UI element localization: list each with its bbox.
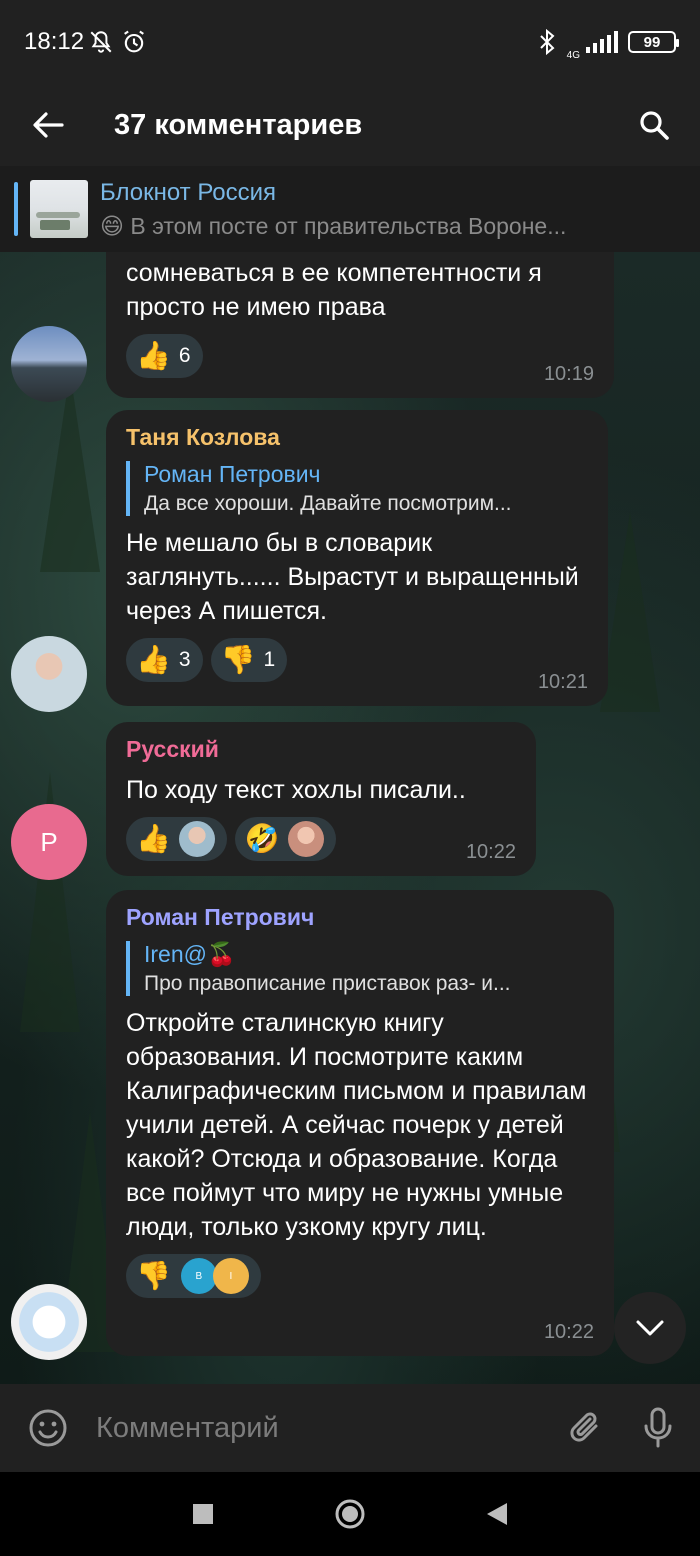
home-icon[interactable] bbox=[334, 1498, 366, 1530]
avatar[interactable]: Р bbox=[11, 804, 87, 880]
reaction-chip[interactable]: 👎 1 bbox=[210, 638, 288, 682]
reactor-avatar bbox=[178, 821, 215, 857]
author-name[interactable]: Роман Петрович bbox=[126, 904, 594, 931]
message-bubble[interactable]: Русский По ходу текст хохлы писали.. 👍 🤣… bbox=[106, 722, 536, 876]
background-tree bbox=[600, 512, 660, 712]
reactor-avatar: B bbox=[180, 1258, 217, 1294]
reactor-avatar: I bbox=[212, 1258, 249, 1294]
message-time: 10:22 bbox=[543, 1321, 594, 1343]
attach-button[interactable] bbox=[556, 1408, 616, 1448]
reactions: 👍 6 bbox=[126, 334, 594, 378]
reactions: 👍 3 👎 1 bbox=[126, 638, 588, 682]
reply-quote[interactable]: Роман Петрович Да все хороши. Давайте по… bbox=[126, 461, 588, 516]
message-text: По ходу текст хохлы писали.. bbox=[126, 776, 466, 804]
thumbs-down-icon: 👎 bbox=[220, 644, 256, 675]
post-preview-text: В этом посте от правительства Вороне... bbox=[130, 212, 567, 239]
message-text: сомневаться в ее компетентности я просто… bbox=[126, 259, 542, 321]
reply-text: Да все хороши. Давайте посмотрим... bbox=[144, 492, 512, 515]
chevron-down-icon bbox=[636, 1320, 664, 1336]
reactor-letter: B bbox=[195, 1270, 203, 1282]
reaction-count: 3 bbox=[178, 648, 191, 671]
avatar[interactable] bbox=[11, 326, 87, 402]
reaction-count: 6 bbox=[178, 344, 191, 367]
reaction-chip[interactable]: 👍 bbox=[126, 817, 227, 861]
avatar[interactable] bbox=[11, 1284, 87, 1360]
avatar-letter: Р bbox=[40, 826, 58, 857]
thumbs-down-icon: 👎 bbox=[136, 1260, 171, 1291]
message-text: Не мешало бы в словарик заглянуть...... … bbox=[126, 529, 579, 625]
pinned-post-banner[interactable]: Блокнот Россия 😄 В этом посте от правите… bbox=[0, 166, 700, 252]
reaction-chip[interactable]: 👍 6 bbox=[126, 334, 203, 378]
arrow-left-icon bbox=[33, 112, 64, 138]
clock: 18:12 bbox=[24, 28, 85, 55]
scroll-down-button[interactable] bbox=[614, 1292, 686, 1364]
recents-icon[interactable] bbox=[192, 1503, 214, 1525]
reaction-chip[interactable]: 👎 B I bbox=[126, 1254, 261, 1298]
reactor-letter: I bbox=[229, 1270, 233, 1282]
chat-area[interactable]: сомневаться в ее компетентности я просто… bbox=[0, 252, 700, 1384]
post-preview: 😄 В этом посте от правительства Вороне..… bbox=[100, 213, 566, 240]
message-bubble[interactable]: Роман Петрович Iren@🍒 Про правописание п… bbox=[106, 890, 614, 1356]
microphone-icon bbox=[644, 1407, 672, 1448]
reply-author: Роман Петрович bbox=[144, 461, 321, 487]
message-bubble[interactable]: Таня Козлова Роман Петрович Да все хорош… bbox=[106, 410, 608, 706]
message-text: Откройте сталинскую книгу образования. И… bbox=[126, 1009, 587, 1241]
reactions: 👍 🤣 bbox=[126, 817, 516, 861]
pinned-accent-bar bbox=[14, 182, 18, 236]
thumbs-up-icon: 👍 bbox=[136, 823, 171, 854]
thumbs-up-icon: 👍 bbox=[136, 644, 171, 675]
smile-icon bbox=[29, 1409, 67, 1447]
message-time: 10:19 bbox=[543, 363, 594, 385]
emoji-button[interactable] bbox=[0, 1408, 96, 1448]
message-time: 10:21 bbox=[537, 671, 588, 693]
system-nav-bar bbox=[0, 1472, 700, 1556]
search-icon bbox=[640, 111, 669, 140]
search-button[interactable] bbox=[608, 84, 700, 166]
status-bar: 18:12 4G 99 bbox=[0, 0, 700, 84]
post-preview-emoji: 😄 bbox=[100, 212, 124, 239]
background-tree bbox=[40, 372, 100, 572]
network-type: 4G bbox=[566, 49, 580, 61]
post-thumbnail bbox=[30, 180, 88, 238]
reaction-chip[interactable]: 🤣 bbox=[234, 817, 336, 861]
author-name[interactable]: Русский bbox=[126, 736, 516, 763]
comment-input-bar: Комментарий bbox=[0, 1384, 700, 1472]
message-time: 10:22 bbox=[465, 841, 516, 863]
voice-button[interactable] bbox=[616, 1406, 700, 1450]
back-button[interactable] bbox=[0, 84, 96, 166]
back-nav-icon[interactable] bbox=[486, 1502, 508, 1526]
rofl-icon: 🤣 bbox=[244, 823, 280, 854]
paperclip-icon bbox=[570, 1412, 598, 1442]
reply-text: Про правописание приставок раз- и... bbox=[144, 972, 511, 995]
page-title: 37 комментариев bbox=[114, 108, 363, 141]
alarm-icon bbox=[124, 30, 144, 53]
signal-icon bbox=[586, 31, 618, 53]
comment-input[interactable]: Комментарий bbox=[96, 1412, 556, 1445]
author-name[interactable]: Таня Козлова bbox=[126, 424, 588, 451]
reaction-chip[interactable]: 👍 3 bbox=[126, 638, 203, 682]
battery-icon: 99 bbox=[628, 31, 679, 53]
reply-author: Iren@🍒 bbox=[144, 941, 236, 967]
channel-name: Блокнот Россия bbox=[100, 178, 277, 206]
reactions: 👎 B I bbox=[126, 1254, 594, 1298]
message-bubble[interactable]: сомневаться в ее компетентности я просто… bbox=[106, 252, 614, 398]
reaction-count: 1 bbox=[263, 648, 276, 671]
app-bar: 37 комментариев bbox=[0, 84, 700, 166]
reply-quote[interactable]: Iren@🍒 Про правописание приставок раз- и… bbox=[126, 941, 594, 996]
thumbs-up-icon: 👍 bbox=[136, 340, 171, 371]
battery-level: 99 bbox=[643, 33, 661, 51]
reactor-avatar bbox=[287, 821, 324, 857]
avatar[interactable] bbox=[11, 636, 87, 712]
bluetooth-icon bbox=[539, 29, 555, 55]
bell-off-icon bbox=[90, 31, 112, 53]
